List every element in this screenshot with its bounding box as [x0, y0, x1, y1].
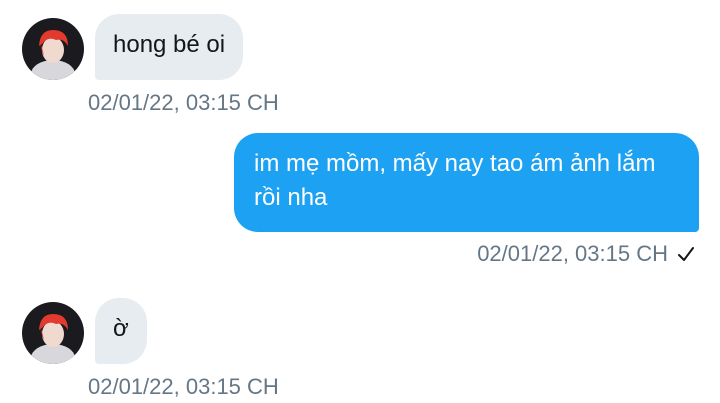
message-text: ờ	[113, 315, 129, 342]
profile-avatar-icon	[22, 302, 84, 364]
sender-avatar[interactable]	[22, 18, 84, 80]
message-bubble[interactable]: ờ	[95, 298, 147, 364]
message-timestamp: 02/01/22, 03:15 CH	[477, 241, 668, 266]
message-text: im mẹ mồm, mấy nay tao ám ảnh lắm rồi nh…	[254, 150, 656, 211]
message-timestamp: 02/01/22, 03:15 CH	[88, 90, 279, 115]
message-timestamp: 02/01/22, 03:15 CH	[88, 374, 279, 399]
message-bubble[interactable]: im mẹ mồm, mấy nay tao ám ảnh lắm rồi nh…	[234, 133, 699, 232]
profile-avatar-icon	[22, 18, 84, 80]
sender-avatar[interactable]	[22, 302, 84, 364]
message-text: hong bé oi	[113, 31, 226, 58]
message-timestamp-row: 02/01/22, 03:15 CH	[477, 241, 696, 267]
check-icon	[676, 244, 696, 264]
message-bubble[interactable]: hong bé oi	[95, 14, 244, 80]
